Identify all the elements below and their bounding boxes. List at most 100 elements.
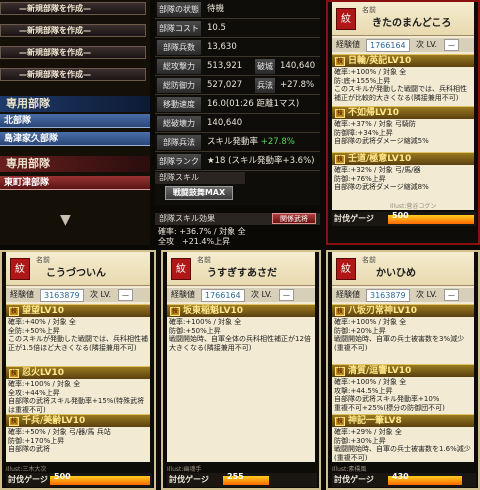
skill-description: 確率:+100% / 対象 全 防:底+155%上昇 このスキルが発動した戦闘で…	[334, 68, 467, 102]
next-lv-value: —	[118, 289, 133, 301]
general-name: うすぎすあさだ	[207, 268, 277, 279]
skill-name: 望望LV10	[22, 306, 64, 316]
skill-title[interactable]: 技壬道/極意LV10	[332, 152, 474, 165]
stat-value: 10.5	[207, 23, 226, 33]
unit-skill-button[interactable]: 戦闘鼓舞MAX	[165, 186, 233, 200]
stat-value: ★18 (スキル発動率+3.6%)	[207, 156, 315, 166]
clan-crest-icon: 紋	[10, 258, 30, 280]
exp-value: 3163879	[40, 289, 84, 302]
stat-label: 移動速度	[157, 97, 201, 112]
create-unit-button[interactable]: —新規部隊を作成—	[0, 68, 146, 81]
skill-description: 確率:+32% / 対象 弓/馬/器 防御:+76%上昇 自部隊の武将ダメージ縮…	[334, 166, 429, 191]
down-arrow-icon[interactable]: ▼	[60, 212, 71, 228]
skill-icon: 技	[9, 369, 19, 378]
stat-row: 移動速度 16.0(01:26 距離1マス)	[155, 95, 320, 114]
exp-row: 経験値 1766164 次 LV. —	[167, 288, 315, 302]
unit-row[interactable]: 北部隊	[0, 114, 150, 128]
card-body: 紋 名前 きたのまんどころ 経験値 1766164 次 LV. — 技日輪/英記…	[332, 2, 474, 210]
effect-line: 確率: +36.7% / 対象 全	[158, 227, 246, 236]
next-lv-label: 次 LV.	[90, 290, 112, 299]
skill-title[interactable]: 技神記一筆LV8	[332, 414, 474, 427]
skill-title[interactable]: 技忍火LV10	[6, 366, 150, 379]
gauge-value: 255	[227, 472, 244, 481]
general-card[interactable]: 紋 名前 こうづついん 経験値 3163879 次 LV. — 技望望LV10 …	[0, 250, 156, 490]
illust-credit: Illust:菅谷コグン	[390, 203, 437, 210]
stat-row: 総破壊力 140,640	[155, 114, 320, 133]
card-header: 紋 名前 かいひめ	[332, 252, 474, 286]
general-name: こうづついん	[46, 268, 106, 279]
skill-description: 確率:+40% / 対象 全 全防:+50%上昇 このスキルが発動した戦闘では、…	[8, 318, 148, 352]
card-header: 紋 名前 うすぎすあさだ	[167, 252, 315, 286]
create-unit-button[interactable]: —新規部隊を作成—	[0, 2, 146, 15]
general-card[interactable]: 紋 名前 うすぎすあさだ 経験値 1766164 次 LV. — 技坂東稲魁LV…	[161, 250, 321, 490]
skill-icon: 技	[335, 307, 345, 316]
skill-icon: 技	[335, 417, 345, 426]
create-unit-button[interactable]: —新規部隊を作成—	[0, 46, 146, 59]
skill-title[interactable]: 技千兵/美齢LV10	[6, 414, 150, 427]
exp-label: 経験値	[10, 290, 34, 299]
related-general-button[interactable]: 関係武将	[272, 213, 316, 224]
stat-label: 部隊兵法	[157, 135, 201, 150]
next-lv-label: 次 LV.	[251, 290, 273, 299]
stat-label: 部隊兵数	[157, 40, 201, 55]
skill-name: 日輪/英記LV10	[348, 56, 412, 66]
skill-name: 不如帰LV10	[348, 108, 399, 118]
stat-label: 兵法	[255, 78, 275, 93]
skill-icon: 技	[335, 367, 345, 376]
unit-list-panel: —新規部隊を作成— —新規部隊を作成— —新規部隊を作成— —新規部隊を作成— …	[0, 0, 150, 245]
name-tag: 名前	[362, 256, 376, 264]
skill-name: 忍火LV10	[22, 368, 64, 378]
skill-description: 確率:+37% / 対象 弓騎防 防御障:+34%上昇 自部隊の武将ダメージ縮減…	[334, 120, 429, 145]
unit-row[interactable]: 島津家久部隊	[0, 132, 150, 146]
effect-line: 全攻 +21.4%上昇	[158, 237, 231, 246]
general-card[interactable]: 紋 名前 かいひめ 経験値 3163879 次 LV. — 技八坂刃常神LV10…	[326, 250, 480, 490]
card-body: 紋 名前 うすぎすあさだ 経験値 1766164 次 LV. — 技坂東稲魁LV…	[167, 252, 315, 462]
skill-title[interactable]: 技望望LV10	[6, 304, 150, 317]
skill-title[interactable]: 技不如帰LV10	[332, 106, 474, 119]
skill-icon: 技	[9, 307, 19, 316]
stat-row: 部隊コスト 10.5	[155, 19, 320, 38]
skill-title[interactable]: 技清質/逗響LV10	[332, 364, 474, 377]
next-lv-label: 次 LV.	[416, 290, 438, 299]
stat-label: 破城	[255, 59, 275, 74]
stat-value: +27.8%	[260, 137, 295, 147]
gauge-label: 討伐ゲージ	[169, 475, 209, 484]
exp-label: 経験値	[171, 290, 195, 299]
card-body: 紋 名前 こうづついん 経験値 3163879 次 LV. — 技望望LV10 …	[6, 252, 150, 462]
stat-value: 待機	[207, 4, 225, 14]
unit-skill-header: 部隊スキル	[155, 172, 245, 184]
skill-icon: 技	[335, 57, 345, 66]
unit-row[interactable]: 東町津部隊	[0, 176, 150, 190]
skill-name: 千兵/美齢LV10	[22, 416, 86, 426]
create-unit-button[interactable]: —新規部隊を作成—	[0, 24, 146, 37]
skill-description: 確率:+100% / 対象 全 防御:+50%上昇 戦闘開始時、自軍全体の兵科相…	[169, 318, 311, 352]
exp-value: 3163879	[366, 289, 410, 302]
skill-name: 神記一筆LV8	[348, 416, 402, 426]
clan-crest-icon: 紋	[336, 258, 356, 280]
stat-value: 140,640	[207, 118, 243, 128]
stat-label: 総破壊力	[157, 116, 201, 131]
illust-credit: Illust:幽魂手	[167, 466, 202, 473]
skill-description: 確率:+29% / 対象 全 防御:+30%上昇 戦闘開始時、自軍の兵士被害数を…	[334, 428, 471, 462]
skill-name: 八坂刃常神LV10	[348, 306, 417, 316]
next-lv-value: —	[444, 289, 459, 301]
skill-title[interactable]: 技日輪/英記LV10	[332, 54, 474, 67]
gauge-label: 討伐ゲージ	[334, 475, 374, 484]
gauge-label: 討伐ゲージ	[334, 214, 374, 223]
stat-value: 16.0(01:26 距離1マス)	[207, 99, 300, 109]
exp-value: 1766164	[366, 39, 410, 52]
gauge-value: 500	[54, 472, 71, 481]
skill-title[interactable]: 技八坂刃常神LV10	[332, 304, 474, 317]
general-card[interactable]: 紋 名前 きたのまんどころ 経験値 1766164 次 LV. — 技日輪/英記…	[326, 0, 480, 245]
next-lv-value: —	[444, 39, 459, 51]
skill-name: 清質/逗響LV10	[348, 366, 412, 376]
skill-icon: 技	[170, 307, 180, 316]
skill-icon: 技	[335, 109, 345, 118]
gauge-row: 討伐ゲージ 500	[332, 211, 476, 226]
skill-description: 確率:+50% / 対象 弓/器/馬 兵站 防御:+170%上昇 自部隊の武将	[8, 428, 111, 453]
stat-label: 部隊の状態	[157, 2, 201, 17]
skill-description: 確率:+100% / 対象 全 防御:+20%上昇 戦闘開始時、自軍の兵士被害数…	[334, 318, 465, 352]
stat-row: 部隊兵数 13,630	[155, 38, 320, 57]
exp-row: 経験値 3163879 次 LV. —	[332, 288, 474, 302]
skill-title[interactable]: 技坂東稲魁LV10	[167, 304, 315, 317]
